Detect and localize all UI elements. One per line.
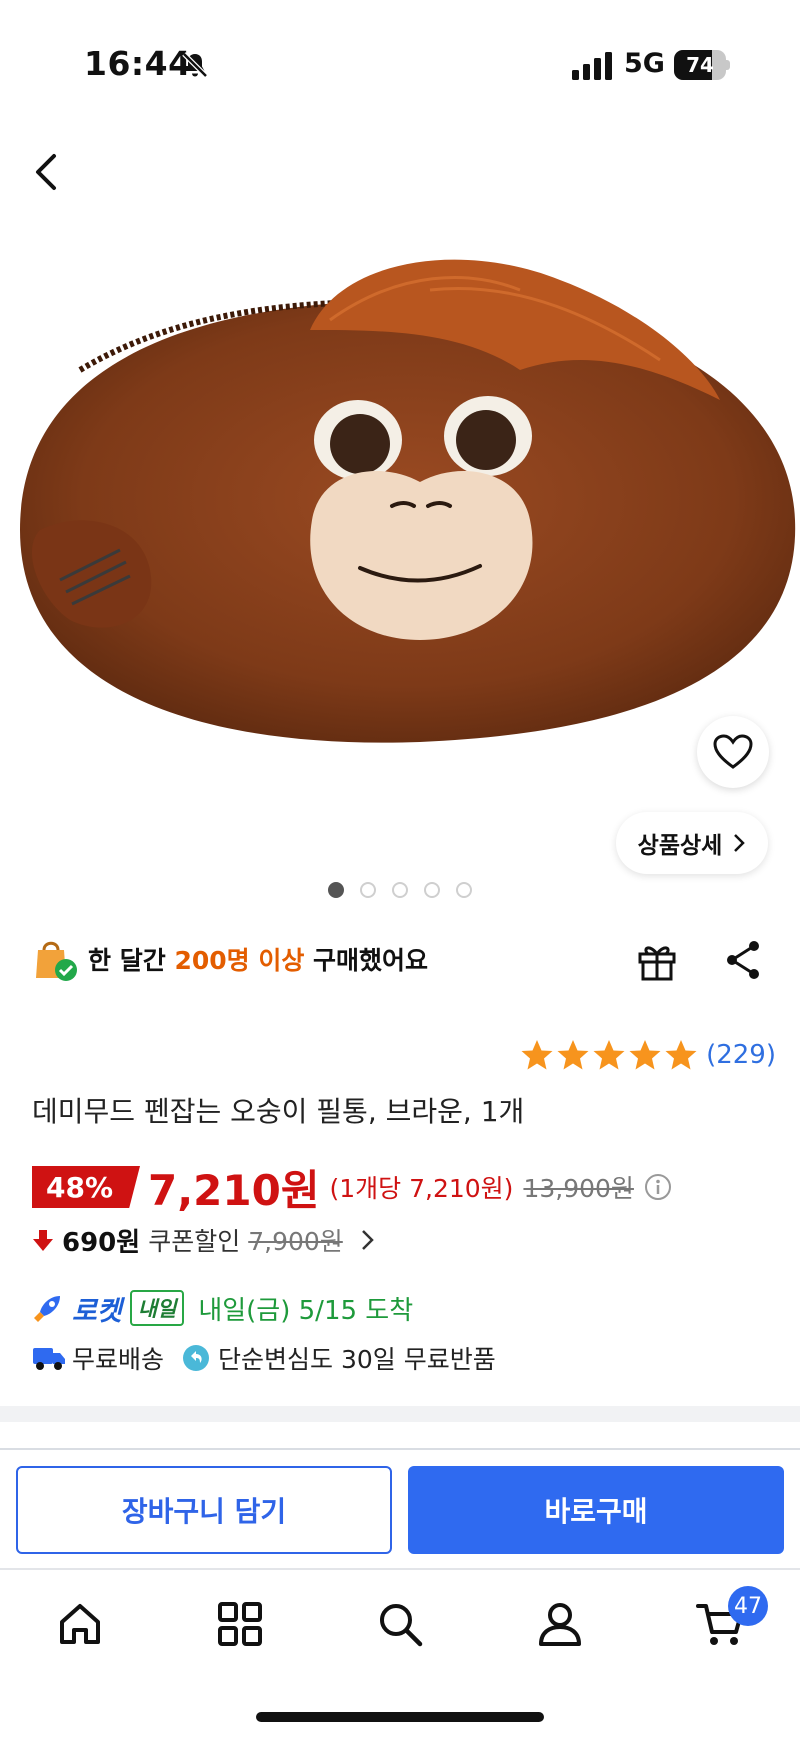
purchase-count-text: 한 달간 200명 이상 구매했어요: [88, 946, 429, 975]
carousel-dot[interactable]: [360, 882, 376, 898]
truck-icon: [33, 1348, 65, 1370]
return-icon: [183, 1345, 210, 1371]
network-label: 5G: [624, 48, 665, 79]
info-icon[interactable]: [644, 1173, 672, 1201]
free-shipping: 무료배송: [72, 1345, 165, 1374]
bell-off-icon: [182, 52, 208, 78]
heart-icon: [713, 734, 753, 769]
delivery-row: 로켓 내일 내일(금) 5/15 도착: [32, 1286, 413, 1330]
add-to-cart-button[interactable]: 장바구니 담기: [16, 1466, 392, 1554]
star-icon: [521, 1040, 553, 1070]
original-price: 13,900원: [523, 1174, 634, 1203]
section-divider: [0, 1406, 800, 1422]
unit-price: (1개당 7,210원): [329, 1174, 514, 1203]
rocket-label: 로켓: [72, 1295, 122, 1327]
product-title: 데미무드 펜잡는 오숭이 필통, 브라운, 1개: [32, 1095, 525, 1128]
free-returns: 단순변심도 30일 무료반품: [218, 1345, 496, 1374]
rocket-icon: [34, 1296, 60, 1322]
signal-icon: [572, 52, 612, 80]
star-icon: [665, 1040, 697, 1070]
wishlist-button[interactable]: [697, 716, 769, 788]
price-row: 48% 7,210원 (1개당 7,210원) 13,900원: [32, 1162, 672, 1215]
review-count[interactable]: (229): [706, 1040, 776, 1070]
battery-level: 74: [686, 53, 714, 77]
product-image: [20, 259, 796, 743]
carousel-dot[interactable]: [424, 882, 440, 898]
back-icon[interactable]: [28, 148, 68, 196]
sale-price: 7,210원: [148, 1165, 320, 1215]
discount-badge: 48%: [32, 1166, 140, 1208]
home-icon[interactable]: [56, 1600, 104, 1648]
coupon-price: 7,900원: [248, 1227, 343, 1256]
purchase-count-row: 한 달간 200명 이상 구매했어요: [32, 934, 428, 984]
product-detail-label: 상품상세: [637, 833, 723, 859]
user-icon[interactable]: [536, 1600, 584, 1648]
arrival-date: 내일(금) 5/15 도착: [198, 1295, 414, 1326]
coupon-amount: 690원: [62, 1227, 141, 1258]
cart-badge: 47: [728, 1586, 768, 1626]
star-icon: [593, 1040, 625, 1070]
shipping-row: 무료배송 단순변심도 30일 무료반품: [32, 1336, 514, 1380]
rating-stars: [520, 1038, 698, 1072]
action-bar: 장바구니 담기 바로구매: [0, 1448, 800, 1568]
status-time: 16:44: [84, 44, 192, 83]
carousel-dot[interactable]: [328, 882, 344, 898]
product-detail-link[interactable]: 상품상세: [616, 812, 768, 874]
home-indicator: [256, 1712, 544, 1722]
carousel-dot[interactable]: [392, 882, 408, 898]
gift-icon[interactable]: [636, 938, 678, 982]
chevron-right-icon: [734, 834, 746, 852]
rating[interactable]: (229): [520, 1038, 776, 1072]
arrow-down-icon: [33, 1230, 53, 1251]
buy-now-button[interactable]: 바로구매: [408, 1466, 784, 1554]
shopping-bag-icon: [36, 941, 77, 981]
star-icon: [557, 1040, 589, 1070]
carousel-indicator: [328, 882, 472, 898]
coupon-row[interactable]: 690원 쿠폰할인 7,900원: [32, 1218, 377, 1262]
chevron-right-icon: [361, 1230, 374, 1250]
share-icon[interactable]: [724, 938, 764, 982]
star-icon: [629, 1040, 661, 1070]
carousel-dot[interactable]: [456, 882, 472, 898]
tomorrow-badge: 내일: [129, 1290, 185, 1326]
battery-icon: 74: [674, 50, 730, 80]
status-bar: 16:44 5G 74: [0, 0, 800, 130]
search-icon[interactable]: [376, 1600, 424, 1648]
coupon-label: 쿠폰할인: [148, 1227, 241, 1256]
category-icon[interactable]: [216, 1600, 264, 1648]
